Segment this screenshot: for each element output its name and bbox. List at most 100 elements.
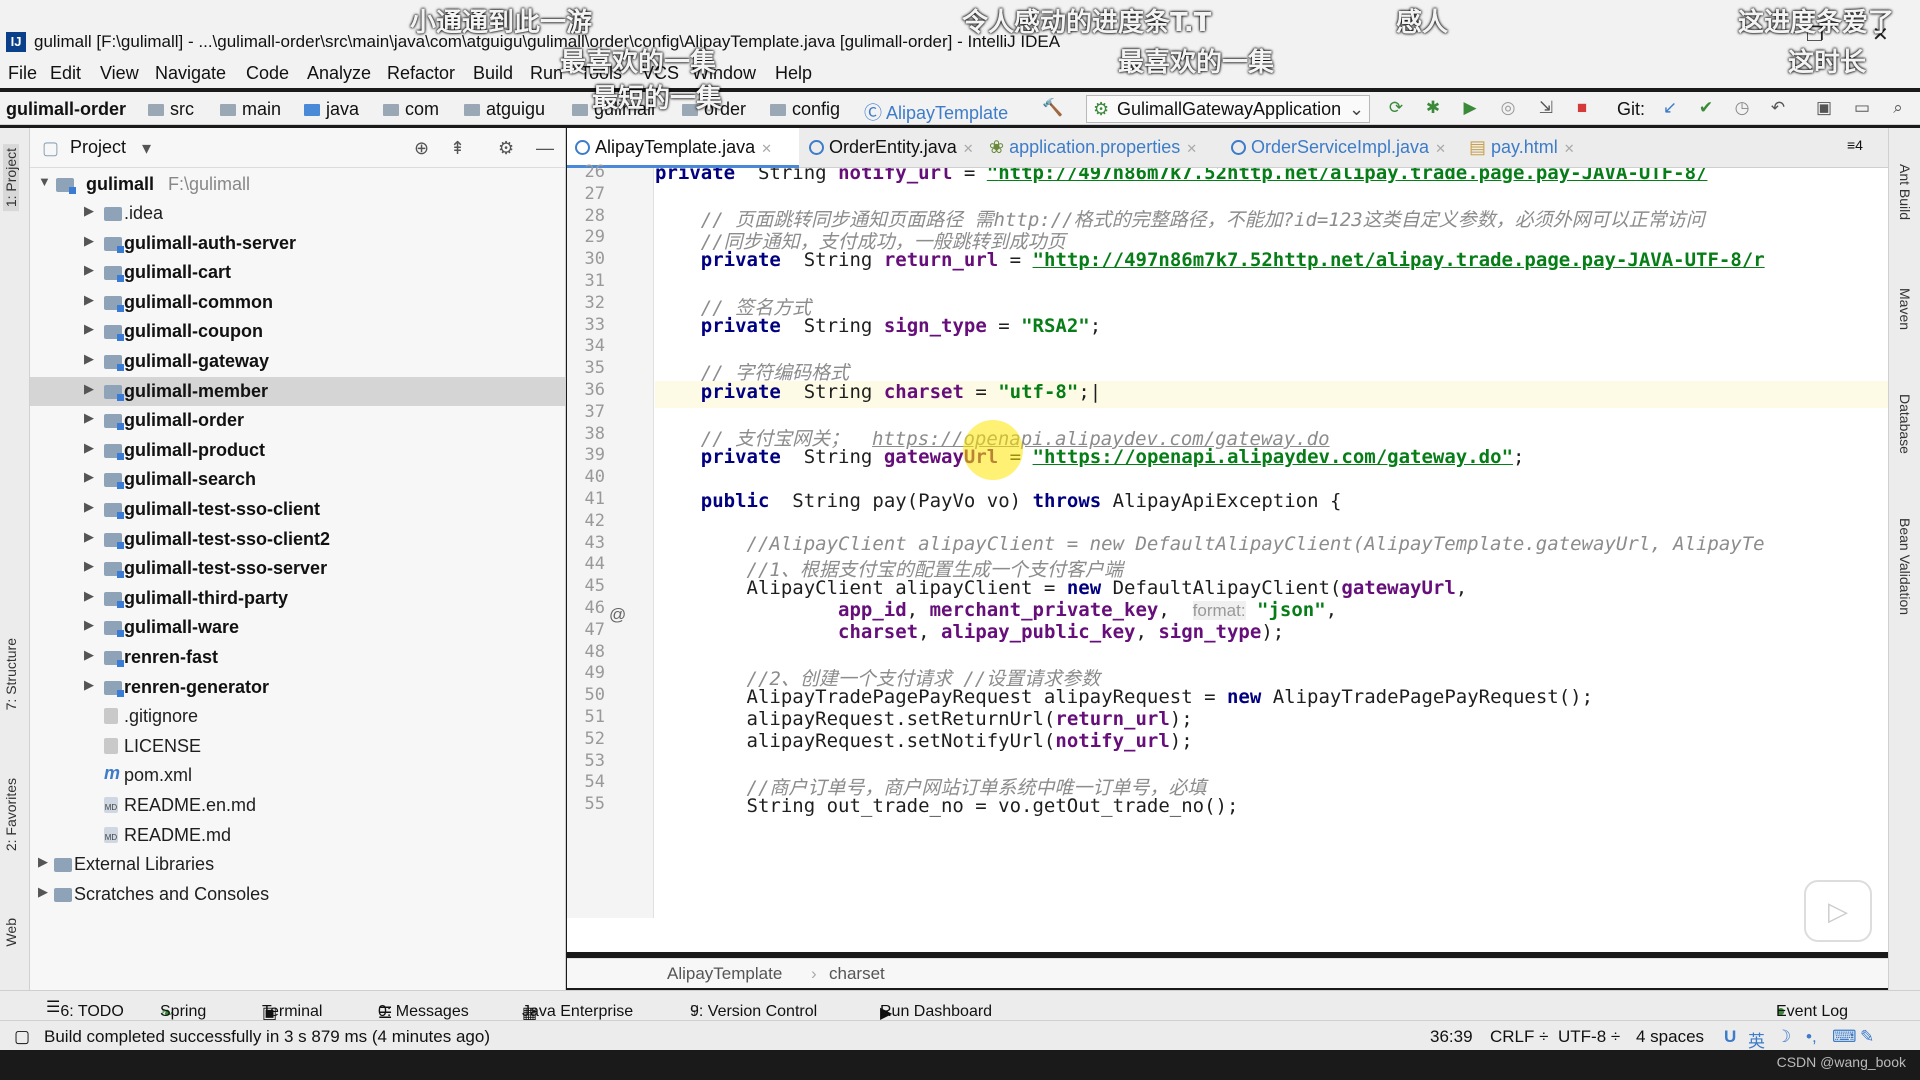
close-tab-icon[interactable]: ✕ — [1564, 141, 1575, 156]
coverage-icon[interactable]: ▶ — [1460, 98, 1480, 118]
wrench-icon[interactable]: ✎ — [1860, 1027, 1874, 1047]
chevron-right-icon[interactable]: ▶ — [84, 647, 94, 663]
close-tab-icon[interactable]: ✕ — [1435, 141, 1446, 156]
debug-icon[interactable]: ✱ — [1423, 98, 1443, 118]
tool-tab-maven[interactable]: Maven — [1897, 288, 1913, 330]
chevron-right-icon[interactable]: ▶ — [84, 588, 94, 604]
chevron-right-icon[interactable]: ▶ — [84, 381, 94, 397]
breadcrumb-com[interactable]: com — [383, 99, 439, 120]
line-separator[interactable]: CRLF ÷ — [1490, 1027, 1548, 1047]
tree-item[interactable]: ▶ renren-fast — [30, 643, 565, 672]
code-area[interactable]: private String notify_url = "http://497n… — [655, 168, 1888, 918]
tree-item[interactable]: ▶ gulimall-ware — [30, 613, 565, 642]
tree-item[interactable]: ▶ gulimall-test-sso-client2 — [30, 525, 565, 554]
menu-build[interactable]: Build — [473, 63, 513, 84]
tool-tab-database[interactable]: Database — [1897, 394, 1913, 454]
tab-overflow-button[interactable]: ≡4 — [1847, 128, 1887, 168]
tree-item[interactable]: ▶ gulimall-order — [30, 406, 565, 435]
chevron-right-icon[interactable]: ▶ — [84, 203, 94, 219]
git-rollback-icon[interactable]: ↶ — [1768, 98, 1788, 118]
tree-item[interactable]: m pom.xml — [30, 761, 565, 790]
chevron-right-icon[interactable]: ▶ — [84, 262, 94, 278]
tool-tab-favorites[interactable]: 2: Favorites — [3, 778, 19, 851]
tool-todo[interactable]: ☰ 6: TODO — [46, 997, 124, 1020]
tree-item[interactable]: ▶ External Libraries — [30, 850, 565, 879]
tree-item[interactable]: MD README.md — [30, 821, 565, 850]
chevron-right-icon[interactable]: ▶ — [84, 233, 94, 249]
caret-position[interactable]: 36:39 — [1430, 1027, 1473, 1047]
menu-navigate[interactable]: Navigate — [155, 63, 226, 84]
tree-root[interactable]: ▼ gulimall F:\gulimall — [30, 170, 565, 199]
tool-tab-structure[interactable]: 7: Structure — [3, 638, 19, 710]
editor-crumb-class[interactable]: AlipayTemplate — [667, 964, 782, 984]
profile-icon[interactable]: ◎ — [1498, 98, 1518, 118]
close-tab-icon[interactable]: ✕ — [761, 141, 772, 156]
breadcrumb-class[interactable]: Ⓒ AlipayTemplate — [864, 99, 1008, 125]
menu-view[interactable]: View — [100, 63, 139, 84]
chevron-right-icon[interactable]: ▶ — [38, 854, 48, 870]
locate-file-icon[interactable]: ⊕ — [414, 138, 429, 159]
rerun-icon[interactable]: ⟳ — [1386, 98, 1406, 118]
tool-tab-web[interactable]: Web — [3, 918, 19, 947]
chevron-right-icon[interactable]: ▶ — [84, 410, 94, 426]
video-play-icon[interactable]: ▷ — [1804, 880, 1872, 942]
tree-item[interactable]: LICENSE — [30, 732, 565, 761]
tree-item[interactable]: ▶ Scratches and Consoles — [30, 880, 565, 909]
chevron-right-icon[interactable]: ▶ — [84, 499, 94, 515]
menu-run[interactable]: Run — [530, 63, 563, 84]
tab-order-service-impl[interactable]: OrderServiceImpl.java ✕ — [1223, 128, 1459, 168]
breadcrumb-config[interactable]: config — [770, 99, 840, 120]
tree-item[interactable]: ▶ gulimall-cart — [30, 258, 565, 287]
tab-pay-html[interactable]: ▤ pay.html ✕ — [1461, 128, 1585, 168]
file-encoding[interactable]: UTF-8 ÷ — [1558, 1027, 1620, 1047]
chevron-right-icon[interactable]: ▶ — [84, 292, 94, 308]
chevron-right-icon[interactable]: ▶ — [84, 321, 94, 337]
tree-item[interactable]: ▶ gulimall-common — [30, 288, 565, 317]
project-structure-icon[interactable]: ▣ — [1814, 98, 1834, 118]
tree-item[interactable]: MD README.en.md — [30, 791, 565, 820]
presentation-icon[interactable]: ▭ — [1852, 98, 1872, 118]
breadcrumb-main[interactable]: main — [220, 99, 281, 120]
close-tab-icon[interactable]: ✕ — [963, 141, 974, 156]
chevron-right-icon[interactable]: ▶ — [84, 558, 94, 574]
chevron-down-icon[interactable]: ▾ — [142, 138, 151, 159]
menu-edit[interactable]: Edit — [50, 63, 81, 84]
gear-icon[interactable]: ⚙ — [498, 138, 514, 159]
tree-item[interactable]: .gitignore — [30, 702, 565, 731]
status-toggle-icon[interactable]: ▢ — [14, 1027, 30, 1047]
git-history-icon[interactable]: ◷ — [1732, 98, 1752, 118]
tree-item[interactable]: ▶ renren-generator — [30, 673, 565, 702]
tab-order-entity[interactable]: OrderEntity.java ✕ — [801, 128, 979, 168]
input-method-icon[interactable]: U — [1724, 1027, 1736, 1047]
hide-panel-icon[interactable]: — — [536, 138, 554, 159]
tree-item[interactable]: ▶ gulimall-product — [30, 436, 565, 465]
search-everywhere-icon[interactable]: ⌕ — [1888, 98, 1908, 118]
keyboard-icon[interactable]: ⌨ — [1832, 1027, 1857, 1047]
git-update-icon[interactable]: ↙ — [1660, 98, 1680, 118]
breadcrumb-atguigu[interactable]: atguigu — [464, 99, 545, 120]
tree-item[interactable]: ▶ gulimall-third-party — [30, 584, 565, 613]
chevron-right-icon[interactable]: ▶ — [84, 677, 94, 693]
run-configuration-select[interactable]: ⚙ GulimallGatewayApplication ⌄ — [1086, 95, 1370, 123]
git-commit-icon[interactable]: ✔ — [1696, 98, 1716, 118]
breadcrumb-module[interactable]: gulimall-order — [6, 99, 126, 120]
tree-item[interactable]: ▶ gulimall-member — [30, 376, 565, 406]
indent-setting[interactable]: 4 spaces — [1636, 1027, 1704, 1047]
tree-item[interactable]: ▶ gulimall-coupon — [30, 317, 565, 346]
chevron-right-icon[interactable]: ▶ — [84, 529, 94, 545]
menu-refactor[interactable]: Refactor — [387, 63, 455, 84]
project-view-select[interactable]: Project — [70, 137, 126, 158]
chevron-right-icon[interactable]: ▶ — [84, 440, 94, 456]
implements-marker-icon[interactable]: @ — [609, 605, 626, 625]
build-hammer-icon[interactable]: 🔨 — [1042, 98, 1063, 118]
tree-item[interactable]: ▶ .idea — [30, 199, 565, 228]
tree-item[interactable]: ▶ gulimall-test-sso-server — [30, 554, 565, 583]
collapse-all-icon[interactable]: ⇞ — [450, 138, 465, 159]
stop-icon[interactable]: ■ — [1572, 98, 1592, 118]
chevron-right-icon[interactable]: ▶ — [38, 884, 48, 900]
chevron-right-icon[interactable]: ▶ — [84, 351, 94, 367]
status-message[interactable]: Build completed successfully in 3 s 879 … — [44, 1027, 490, 1047]
chevron-right-icon[interactable]: ▶ — [84, 617, 94, 633]
tree-item[interactable]: ▶ gulimall-gateway — [30, 347, 565, 376]
tree-item[interactable]: ▶ gulimall-test-sso-client — [30, 495, 565, 524]
